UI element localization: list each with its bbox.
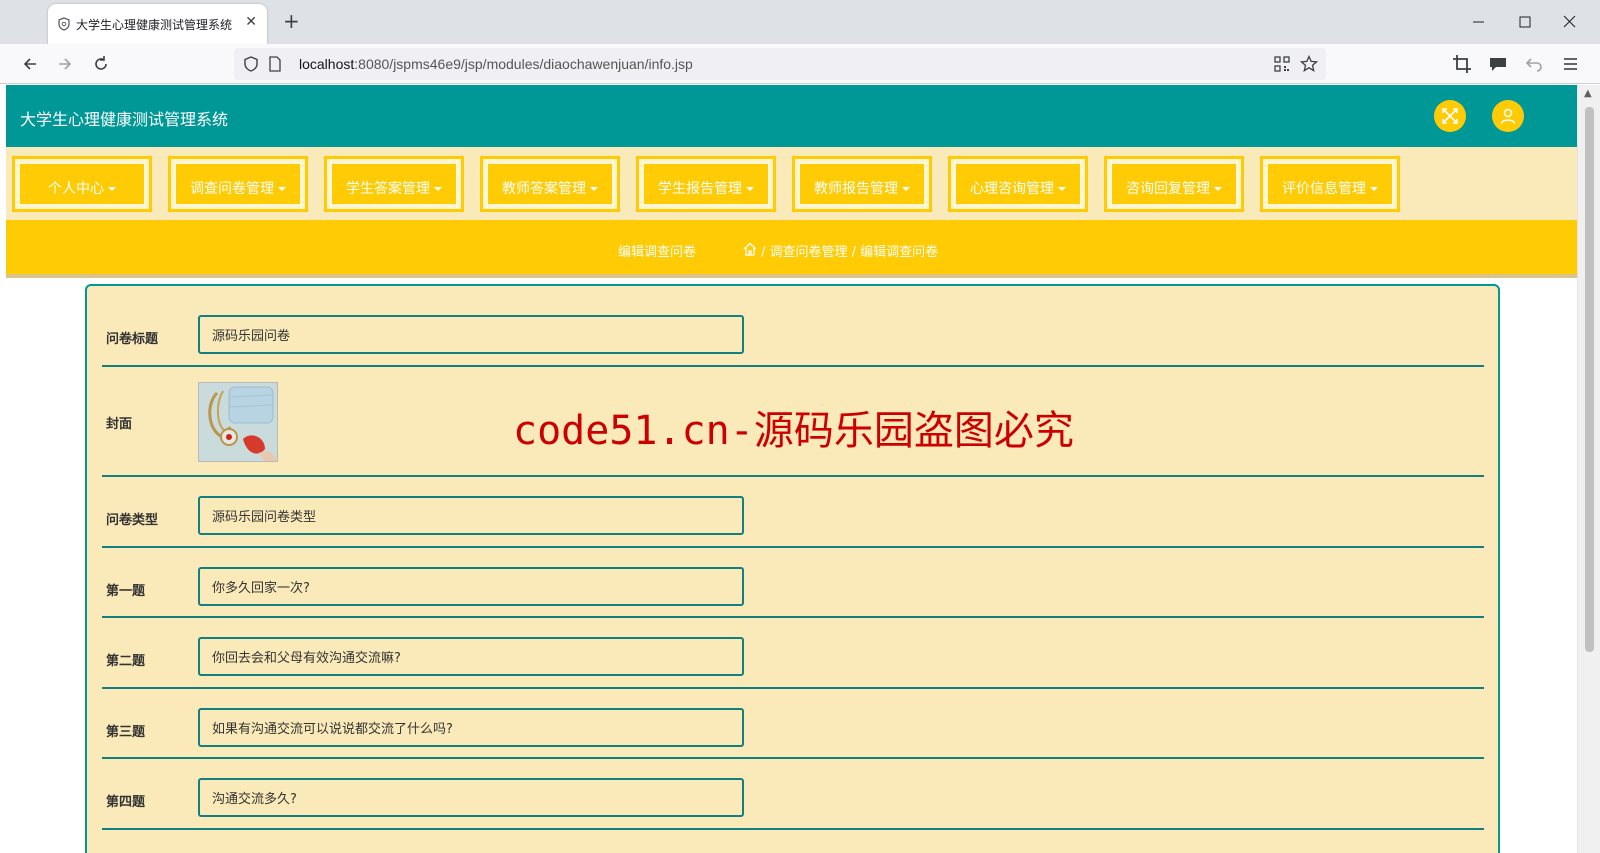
fullscreen-button[interactable] (1434, 100, 1466, 132)
caret-down-icon (746, 187, 754, 191)
url-host: localhost (299, 56, 355, 72)
undo-icon[interactable] (1523, 53, 1545, 75)
browser-tab-bar: 大学生心理健康测试管理系统 ✕ + (0, 0, 1600, 44)
form-row-title: 问卷标题 (102, 301, 1484, 367)
close-window-icon[interactable] (1558, 10, 1582, 34)
form-row-cover: 封面 code51.cn-源码乐园盗图必究 (102, 367, 1484, 477)
page-title: 编辑调查问卷 (618, 245, 697, 260)
q3-label: 第三题 (106, 725, 146, 740)
survey-title-input[interactable] (198, 315, 744, 354)
site-title: 大学生心理健康测试管理系统 (20, 110, 229, 129)
form-row-type: 问卷类型 (102, 477, 1484, 548)
watermark-text: code51.cn-源码乐园盗图必究 (513, 408, 1074, 454)
menu-item-evaluations[interactable]: 评价信息管理 (1260, 156, 1400, 212)
menu-item-student-reports[interactable]: 学生报告管理 (636, 156, 776, 212)
site-header: 大学生心理健康测试管理系统 (6, 85, 1577, 147)
scrollbar-thumb[interactable] (1585, 107, 1594, 652)
q4-label: 第四题 (106, 795, 146, 810)
page-info-icon[interactable] (268, 56, 282, 76)
menu-label: 个人中心 (48, 181, 104, 197)
menu-item-counseling-replies[interactable]: 咨询回复管理 (1104, 156, 1244, 212)
main-menu: 个人中心 调查问卷管理 学生答案管理 教师答案管理 学生报告管理 教师报告管理 … (6, 147, 1577, 220)
user-button[interactable] (1492, 100, 1524, 132)
caret-down-icon (278, 187, 286, 191)
reload-icon[interactable] (89, 52, 113, 76)
user-icon (1500, 108, 1516, 124)
edit-survey-form: 问卷标题 封面 code51.cn-源码乐园盗图必究 (85, 284, 1500, 853)
forward-arrow-icon[interactable] (53, 52, 77, 76)
expand-icon (1442, 108, 1458, 124)
question-3-input[interactable] (198, 708, 744, 747)
chat-bubble-icon[interactable] (1487, 53, 1509, 75)
bookmark-star-icon[interactable] (1299, 54, 1319, 77)
back-arrow-icon[interactable] (18, 52, 42, 76)
question-4-input[interactable] (198, 778, 744, 817)
form-row-q4: 第四题 (102, 759, 1484, 830)
shield-icon (58, 16, 70, 35)
menu-item-personal-center[interactable]: 个人中心 (12, 156, 152, 212)
browser-tab[interactable]: 大学生心理健康测试管理系统 ✕ (48, 4, 267, 44)
title-label: 问卷标题 (106, 332, 159, 347)
tracking-shield-icon[interactable] (244, 56, 258, 76)
maximize-icon[interactable] (1513, 10, 1537, 34)
new-tab-icon[interactable]: + (283, 10, 300, 32)
menu-item-teacher-reports[interactable]: 教师报告管理 (792, 156, 932, 212)
survey-type-input[interactable] (198, 496, 744, 535)
caret-down-icon (1370, 187, 1378, 191)
menu-item-counseling[interactable]: 心理咨询管理 (948, 156, 1088, 212)
page-scrollbar[interactable]: ▲ (1577, 85, 1600, 853)
browser-toolbar: localhost:8080/jspms46e9/jsp/modules/dia… (0, 44, 1600, 84)
cover-label: 封面 (106, 417, 133, 432)
form-row-q2: 第二题 (102, 618, 1484, 689)
question-2-input[interactable] (198, 637, 744, 676)
menu-label: 教师答案管理 (502, 181, 586, 197)
breadcrumb[interactable]: / 调查问卷管理 / 编辑调查问卷 (761, 241, 938, 260)
url-text[interactable]: localhost:8080/jspms46e9/jsp/modules/dia… (299, 56, 693, 72)
menu-label: 评价信息管理 (1282, 181, 1366, 197)
q2-label: 第二题 (106, 654, 146, 669)
breadcrumb-bar: 编辑调查问卷 / 调查问卷管理 / 编辑调查问卷 (6, 220, 1577, 278)
menu-item-student-answers[interactable]: 学生答案管理 (324, 156, 464, 212)
q1-label: 第一题 (106, 584, 146, 599)
cover-image[interactable] (198, 382, 278, 462)
form-row-q1: 第一题 (102, 548, 1484, 618)
close-tab-icon[interactable]: ✕ (245, 14, 257, 30)
menu-label: 心理咨询管理 (970, 181, 1054, 197)
menu-label: 调查问卷管理 (190, 181, 274, 197)
stethoscope-image (199, 383, 277, 461)
qr-code-icon[interactable] (1274, 56, 1290, 76)
question-1-input[interactable] (198, 567, 744, 606)
form-row-q3: 第三题 (102, 689, 1484, 759)
minimize-icon[interactable] (1467, 10, 1491, 34)
caret-down-icon (434, 187, 442, 191)
caret-down-icon (590, 187, 598, 191)
home-icon[interactable] (743, 241, 757, 260)
type-label: 问卷类型 (106, 513, 159, 528)
tab-title: 大学生心理健康测试管理系统 (76, 18, 233, 32)
page-viewport: 大学生心理健康测试管理系统 个人中心 调查问卷管理 学生答案管理 教师答案管理 … (6, 85, 1577, 853)
url-path: :8080/jspms46e9/jsp/modules/diaochawenju… (354, 56, 693, 72)
caret-down-icon (1058, 187, 1066, 191)
menu-label: 学生报告管理 (658, 181, 742, 197)
caret-down-icon (1214, 187, 1222, 191)
menu-item-teacher-answers[interactable]: 教师答案管理 (480, 156, 620, 212)
screenshot-crop-icon[interactable] (1451, 53, 1473, 75)
scroll-up-icon[interactable]: ▲ (1584, 88, 1592, 99)
menu-label: 咨询回复管理 (1126, 181, 1210, 197)
menu-icon[interactable] (1560, 53, 1582, 75)
caret-down-icon (108, 187, 116, 191)
caret-down-icon (902, 187, 910, 191)
address-bar[interactable]: localhost:8080/jspms46e9/jsp/modules/dia… (234, 48, 1326, 80)
menu-label: 学生答案管理 (346, 181, 430, 197)
menu-item-survey-management[interactable]: 调查问卷管理 (168, 156, 308, 212)
menu-label: 教师报告管理 (814, 181, 898, 197)
